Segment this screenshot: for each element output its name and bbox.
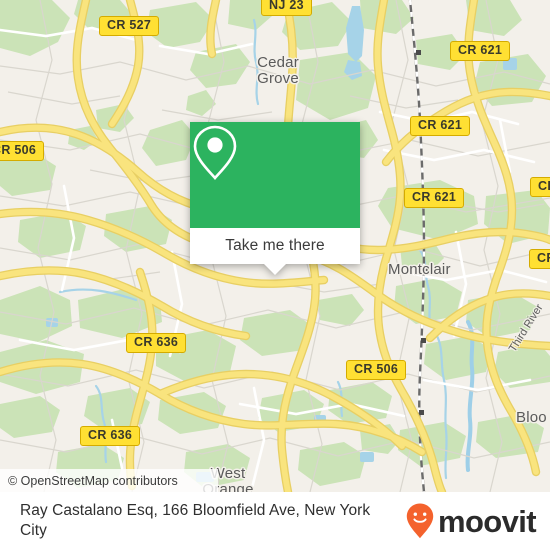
- take-me-there-button[interactable]: Take me there: [190, 228, 360, 264]
- address-text: Ray Castalano Esq, 166 Bloomfield Ave, N…: [20, 502, 371, 539]
- bottom-info-bar: Ray Castalano Esq, 166 Bloomfield Ave, N…: [0, 492, 550, 550]
- moovit-wordmark: moovit: [437, 503, 537, 539]
- take-me-there-label: Take me there: [225, 237, 325, 254]
- map-screenshot: Cedar Grove Montclair Bloo West Orange T…: [0, 0, 550, 550]
- highway-shield-cr621-c: CR 621: [404, 188, 465, 208]
- highway-shield-cr527: CR 527: [99, 16, 160, 36]
- highway-shield-cr636-b: CR 636: [80, 426, 141, 446]
- highway-shield-cr506: CR 506: [346, 360, 407, 380]
- highway-shield-cr621-d: CR 621: [530, 177, 550, 197]
- highway-shield-nj23: NJ 23: [261, 0, 312, 16]
- map-attribution-text: © OpenStreetMap contributors: [8, 473, 178, 488]
- highway-shield-cr621-b: CR 621: [410, 116, 471, 136]
- moovit-pin-smiley-icon: [406, 503, 434, 539]
- highway-shield-cr636-a: CR 636: [126, 333, 187, 353]
- highway-shield-cr506-left: CR 506: [0, 141, 45, 161]
- destination-card-pointer: [264, 264, 286, 275]
- destination-card[interactable]: Take me there: [190, 122, 360, 275]
- destination-card-header: [190, 122, 360, 228]
- map-attribution[interactable]: © OpenStreetMap contributors: [0, 469, 218, 492]
- map-canvas[interactable]: Cedar Grove Montclair Bloo West Orange T…: [0, 0, 550, 492]
- map-pin-icon: [193, 125, 237, 180]
- highway-shield-cr621-a: CR 621: [450, 41, 511, 61]
- moovit-logo[interactable]: moovit: [405, 502, 550, 540]
- highway-shield-cr6-e: CR 6: [529, 249, 550, 269]
